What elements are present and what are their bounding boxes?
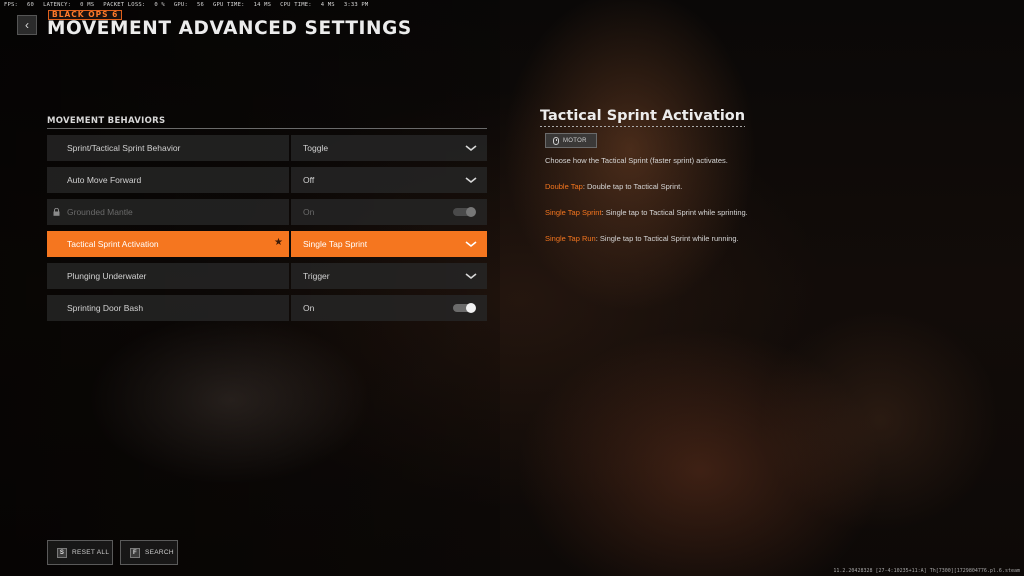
detail-option-text: : Single tap to Tactical Sprint while sp… (601, 208, 748, 217)
detail-option-text: : Single tap to Tactical Sprint while ru… (595, 234, 739, 243)
stat-gpu-time-label: GPU TIME: (212, 2, 245, 8)
stat-cpu-time-label: CPU TIME: (280, 2, 312, 8)
setting-toggle[interactable]: On (291, 295, 487, 321)
build-string: 11.2.20428328 [27-4:10235+11:A] Th[7300]… (833, 568, 1020, 574)
chevron-down-icon (465, 273, 477, 280)
detail-option: Single Tap Run: Single tap to Tactical S… (545, 234, 739, 243)
stat-fps-label: FPS: (4, 2, 19, 8)
setting-label: Sprint/Tactical Sprint Behavior (47, 135, 289, 161)
setting-value: On (303, 207, 315, 217)
toggle-knob (466, 303, 476, 313)
stat-cpu-time-value: 4 MS (320, 2, 335, 8)
chevron-left-icon: ‹ (25, 18, 29, 32)
setting-label-text: Tactical Sprint Activation (67, 239, 159, 249)
stat-gpu-value: 56 (196, 2, 204, 8)
setting-row-sprinting-door-bash[interactable]: Sprinting Door Bash On (47, 295, 487, 321)
reset-all-button[interactable]: S RESET ALL (47, 540, 113, 565)
detail-option: Double Tap: Double tap to Tactical Sprin… (545, 182, 682, 191)
stat-gpu-time-value: 14 MS (253, 2, 272, 8)
chevron-down-icon (465, 241, 477, 248)
detail-description: Choose how the Tactical Sprint (faster s… (545, 156, 728, 165)
setting-row-tactical-sprint-activation[interactable]: Tactical Sprint Activation ★ Single Tap … (47, 231, 487, 257)
setting-row-auto-move-forward[interactable]: Auto Move Forward Off (47, 167, 487, 193)
toggle-switch (453, 207, 476, 217)
setting-label: Grounded Mantle (47, 199, 289, 225)
reset-all-label: RESET ALL (72, 549, 110, 556)
stat-gpu-label: GPU: (173, 2, 188, 8)
star-icon[interactable]: ★ (274, 237, 283, 248)
key-hint-icon: S (57, 547, 67, 558)
setting-row-grounded-mantle: Grounded Mantle On (47, 199, 487, 225)
setting-value: Toggle (303, 143, 329, 153)
setting-dropdown[interactable]: Trigger (291, 263, 487, 289)
section-title: MOVEMENT BEHAVIORS (47, 116, 166, 126)
setting-dropdown[interactable]: Single Tap Sprint (291, 231, 487, 257)
stat-fps-value: 60 (27, 2, 35, 8)
stat-clock: 3:33 PM (343, 2, 369, 8)
detail-option: Single Tap Sprint: Single tap to Tactica… (545, 208, 748, 217)
toggle-switch[interactable] (453, 303, 476, 313)
search-button[interactable]: F SEARCH (120, 540, 178, 565)
section-divider (47, 128, 487, 129)
chevron-down-icon (465, 177, 477, 184)
page-title: MOVEMENT ADVANCED SETTINGS (47, 18, 412, 39)
setting-value: Trigger (303, 271, 330, 281)
detail-option-name: Single Tap Sprint (545, 208, 602, 217)
key-hint-icon: F (130, 547, 140, 558)
detail-divider (540, 126, 745, 127)
setting-label-text: Grounded Mantle (67, 207, 133, 217)
search-label: SEARCH (145, 549, 174, 556)
toggle-knob (466, 207, 476, 217)
setting-value: On (303, 303, 315, 313)
setting-dropdown[interactable]: Off (291, 167, 487, 193)
setting-dropdown[interactable]: Toggle (291, 135, 487, 161)
back-button[interactable]: ‹ (17, 15, 37, 35)
setting-value: Off (303, 175, 315, 185)
detail-option-name: Double Tap (545, 182, 583, 191)
stat-packet-loss-value: 0 % (154, 2, 165, 8)
setting-row-sprint-behavior[interactable]: Sprint/Tactical Sprint Behavior Toggle (47, 135, 487, 161)
lock-icon (53, 208, 60, 216)
setting-label: Auto Move Forward (47, 167, 289, 193)
settings-list: Sprint/Tactical Sprint Behavior Toggle A… (47, 135, 487, 327)
setting-row-plunging-underwater[interactable]: Plunging Underwater Trigger (47, 263, 487, 289)
category-tag: MOTOR (545, 133, 597, 148)
category-tag-label: MOTOR (563, 137, 587, 144)
setting-value: Single Tap Sprint (303, 239, 368, 249)
chevron-down-icon (465, 145, 477, 152)
detail-option-text: : Double tap to Tactical Sprint. (582, 182, 683, 191)
setting-label: Plunging Underwater (47, 263, 289, 289)
detail-option-name: Single Tap Run (545, 234, 596, 243)
setting-label: Sprinting Door Bash (47, 295, 289, 321)
mouse-icon (553, 136, 559, 145)
setting-label: Tactical Sprint Activation ★ (47, 231, 289, 257)
detail-title: Tactical Sprint Activation (540, 108, 746, 124)
setting-toggle: On (291, 199, 487, 225)
